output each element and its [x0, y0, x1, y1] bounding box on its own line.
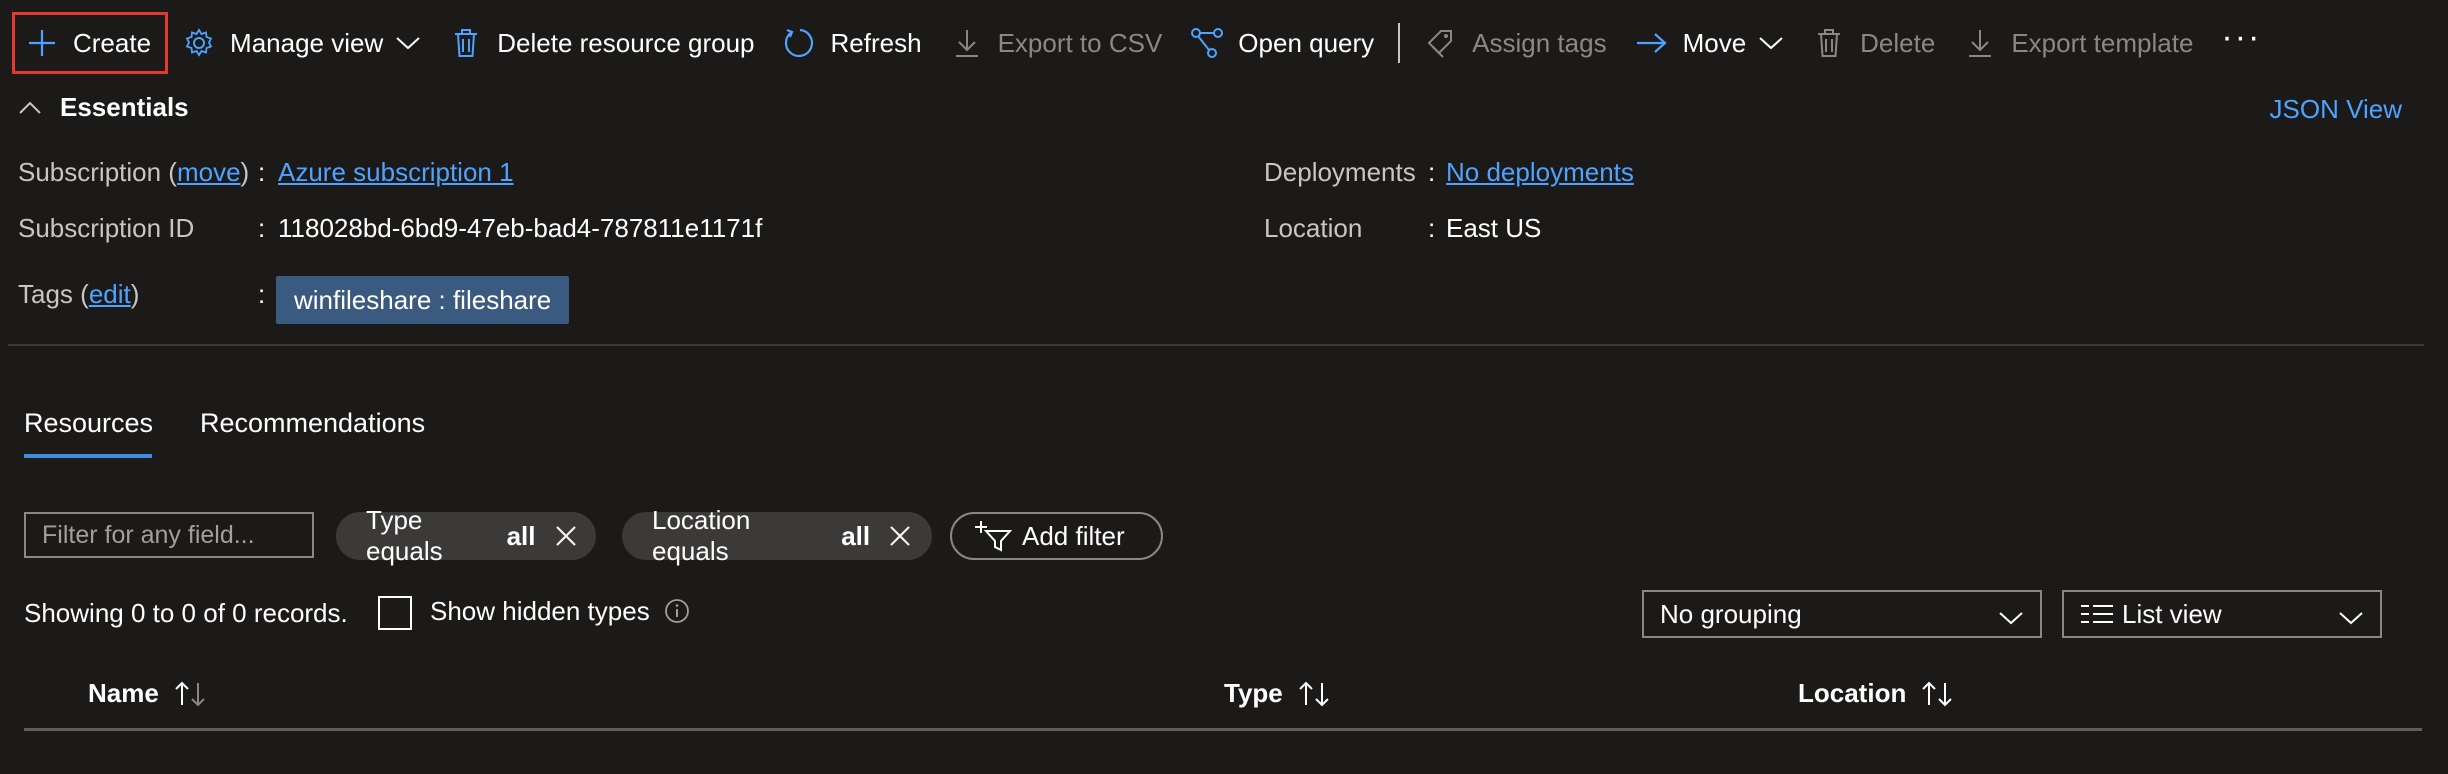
subscription-id-colon: :: [258, 213, 266, 243]
download-icon: [950, 26, 984, 60]
tags-row: Tags (edit): [18, 279, 139, 310]
query-graph-icon: [1190, 26, 1224, 60]
type-filter-value: all: [506, 520, 536, 551]
column-type-label: Type: [1224, 678, 1283, 708]
column-header-name[interactable]: Name: [88, 678, 209, 709]
add-filter-button[interactable]: Add filter: [950, 512, 1163, 560]
records-count: Showing 0 to 0 of 0 records.: [24, 598, 348, 628]
column-header-location[interactable]: Location: [1798, 678, 1956, 709]
refresh-icon: [783, 26, 817, 60]
create-label: Create: [73, 27, 152, 58]
download-icon: [1963, 26, 1997, 60]
info-icon[interactable]: [664, 598, 690, 624]
manage-view-label: Manage view: [230, 27, 384, 58]
subscription-row: Subscription (move): [18, 157, 249, 188]
add-filter-icon: [974, 517, 1012, 555]
move-label: Move: [1682, 27, 1747, 58]
list-view-icon: [2080, 601, 2114, 627]
filter-input[interactable]: [24, 512, 314, 558]
delete-button[interactable]: Delete: [1798, 15, 1949, 71]
deployments-link[interactable]: No deployments: [1446, 157, 1634, 188]
type-filter-label: Type equals: [366, 505, 443, 566]
active-tab-indicator: [24, 454, 152, 458]
plus-icon: [25, 26, 59, 60]
sort-icon[interactable]: [1297, 679, 1333, 709]
add-filter-label: Add filter: [1022, 520, 1125, 551]
table-header-divider: [24, 728, 2422, 731]
column-header-type[interactable]: Type: [1224, 678, 1333, 709]
grouping-dropdown[interactable]: No grouping: [1642, 590, 2042, 638]
tab-resources[interactable]: Resources: [24, 408, 153, 439]
tags-label: Tags (: [18, 279, 89, 309]
subscription-label-end: ): [240, 157, 250, 187]
location-filter-label: Location equals: [652, 505, 751, 566]
delete-resource-group-button[interactable]: Delete resource group: [435, 15, 768, 71]
trash-icon: [449, 26, 483, 60]
grouping-selected: No grouping: [1660, 598, 1802, 629]
refresh-button[interactable]: Refresh: [769, 15, 936, 71]
tags-label-end: ): [130, 279, 140, 309]
toolbar-divider: [1398, 23, 1401, 63]
export-csv-button[interactable]: Export to CSV: [936, 15, 1177, 71]
subscription-value-link[interactable]: Azure subscription 1: [278, 157, 514, 188]
subscription-id-value: 118028bd-6bd9-47eb-bad4-787811e1171f: [278, 213, 763, 243]
gear-icon: [182, 26, 216, 60]
chevron-down-icon: [1998, 602, 2024, 628]
subscription-move-link[interactable]: move: [177, 157, 241, 188]
chevron-up-icon: [18, 94, 46, 122]
subscription-id-label: Subscription ID: [18, 213, 195, 243]
location-label: Location: [1264, 213, 1363, 243]
open-query-label: Open query: [1238, 27, 1375, 58]
location-value: East US: [1446, 213, 1542, 243]
refresh-label: Refresh: [830, 27, 922, 58]
essentials-title: Essentials: [60, 92, 189, 122]
manage-view-button[interactable]: Manage view: [168, 15, 435, 71]
close-icon[interactable]: [888, 522, 916, 550]
essentials-divider: [8, 344, 2424, 346]
close-icon[interactable]: [554, 522, 580, 550]
delete-resource-group-label: Delete resource group: [497, 27, 755, 58]
deployments-colon: :: [1428, 157, 1436, 187]
assign-tags-button[interactable]: Assign tags: [1410, 15, 1620, 71]
export-template-button[interactable]: Export template: [1949, 15, 2207, 71]
more-options-button[interactable]: ···: [2207, 18, 2275, 57]
export-template-label: Export template: [2011, 27, 2194, 58]
tag-icon: [1424, 26, 1458, 60]
chevron-down-icon: [395, 30, 421, 56]
json-view-link[interactable]: JSON View: [2270, 94, 2402, 125]
command-bar: Create Manage view Delete resource group…: [0, 0, 2448, 86]
create-button[interactable]: Create: [12, 12, 169, 74]
chevron-down-icon: [1758, 30, 1784, 56]
trash-icon: [1812, 26, 1846, 60]
move-button[interactable]: Move: [1621, 15, 1799, 71]
subscription-label: Subscription (: [18, 157, 177, 187]
view-selected: List view: [2122, 598, 2222, 629]
export-csv-label: Export to CSV: [997, 27, 1163, 58]
location-filter-value: all: [841, 520, 871, 551]
location-colon: :: [1428, 213, 1436, 243]
show-hidden-types-label: Show hidden types: [430, 596, 650, 626]
location-filter-pill[interactable]: Location equals all: [622, 505, 932, 566]
deployments-label: Deployments: [1264, 157, 1416, 187]
essentials-toggle[interactable]: Essentials: [18, 92, 189, 123]
tags-colon: :: [258, 279, 266, 309]
tab-recommendations[interactable]: Recommendations: [200, 408, 425, 439]
chevron-down-icon: [2338, 602, 2364, 628]
column-name-label: Name: [88, 678, 159, 708]
assign-tags-label: Assign tags: [1472, 27, 1607, 58]
open-query-button[interactable]: Open query: [1176, 15, 1388, 71]
sort-icon[interactable]: [173, 679, 209, 709]
type-filter-pill[interactable]: Type equals all: [336, 505, 596, 566]
sort-icon[interactable]: [1920, 679, 1956, 709]
tags-edit-link[interactable]: edit: [89, 279, 131, 310]
tag-badge: winfileshare : fileshare: [276, 276, 570, 324]
delete-label: Delete: [1860, 27, 1936, 58]
arrow-right-icon: [1635, 26, 1669, 60]
show-hidden-types-checkbox[interactable]: [378, 596, 412, 630]
column-location-label: Location: [1798, 678, 1907, 708]
view-dropdown[interactable]: List view: [2062, 590, 2382, 638]
subscription-colon: :: [258, 157, 266, 187]
